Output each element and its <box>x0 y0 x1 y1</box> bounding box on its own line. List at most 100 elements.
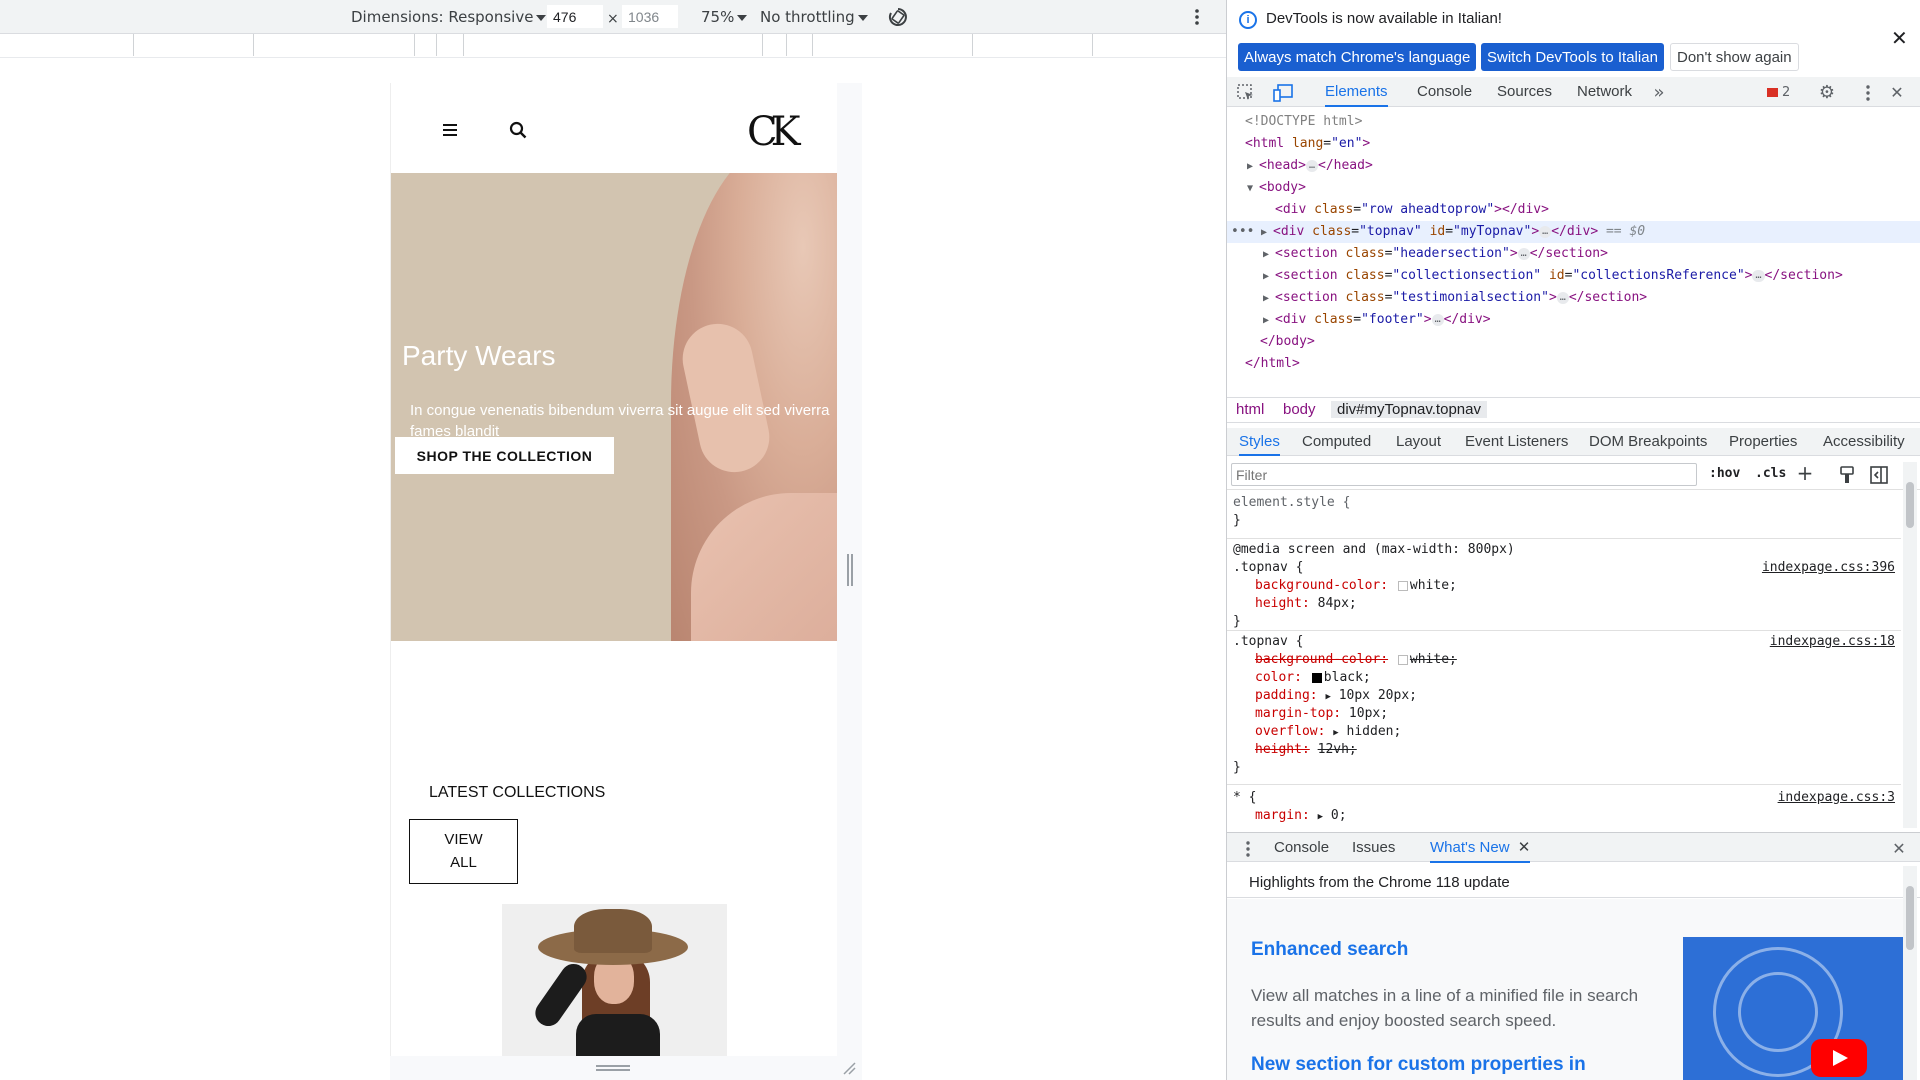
tab-accessibility[interactable]: Accessibility <box>1823 428 1905 456</box>
dom-head[interactable]: ▶ <head>… </head> <box>1227 155 1920 177</box>
topnav-media-rule[interactable]: @media screen and (max-width: 800px) .to… <box>1227 539 1901 631</box>
color-swatch[interactable] <box>1397 654 1408 665</box>
search-icon[interactable] <box>509 121 527 139</box>
breadcrumb-html[interactable]: html <box>1236 401 1264 418</box>
css-declaration-overridden[interactable]: background-color: white; <box>1255 651 1457 669</box>
paint-brush-icon[interactable] <box>1839 466 1855 484</box>
hov-toggle[interactable]: :hov <box>1709 466 1740 481</box>
whats-new-video-thumbnail[interactable] <box>1683 937 1903 1080</box>
dont-show-again-button[interactable]: Don't show again <box>1670 43 1799 71</box>
dimensions-dropdown[interactable]: Dimensions: Responsive <box>351 6 547 28</box>
topnav-base-rule[interactable]: .topnav { indexpage.css:18 background-co… <box>1227 631 1901 785</box>
close-devtools-icon[interactable]: ✕ <box>1887 83 1907 103</box>
feature-heading-enhanced-search[interactable]: Enhanced search <box>1251 939 1408 961</box>
dom-doctype[interactable]: <!DOCTYPE html> <box>1227 111 1920 133</box>
tab-layout[interactable]: Layout <box>1396 428 1441 456</box>
rotate-icon[interactable] <box>887 6 909 28</box>
universal-rule[interactable]: * { indexpage.css:3 margin: ▶ 0; <box>1227 785 1901 828</box>
tab-dom-breakpoints[interactable]: DOM Breakpoints <box>1589 428 1707 456</box>
dom-body-close[interactable]: </body> <box>1227 331 1920 353</box>
tab-elements[interactable]: Elements <box>1325 77 1388 107</box>
breadcrumb-body[interactable]: body <box>1283 401 1316 418</box>
dom-testimonialsection[interactable]: ▶ <section class="testimonialsection">… </… <box>1227 287 1920 309</box>
drawer-menu-icon[interactable] <box>1245 840 1251 858</box>
dom-body-open[interactable]: ▼ <body> <box>1227 177 1920 199</box>
collapsed-ellipsis[interactable]: … <box>1539 225 1552 238</box>
color-swatch[interactable] <box>1311 672 1322 683</box>
close-drawer-icon[interactable]: ✕ <box>1889 839 1909 859</box>
drawer-tab-issues[interactable]: Issues <box>1352 833 1395 863</box>
color-swatch[interactable] <box>1397 580 1408 591</box>
shop-collection-button[interactable]: SHOP THE COLLECTION <box>395 437 614 474</box>
expand-triangle-icon[interactable]: ▶ <box>1333 728 1338 738</box>
dom-footer[interactable]: ▶ <div class="footer">… </div> <box>1227 309 1920 331</box>
close-icon[interactable]: ✕ <box>1518 839 1531 856</box>
collapsed-ellipsis[interactable]: … <box>1305 159 1318 172</box>
css-declaration[interactable]: margin-top: 10px; <box>1255 705 1388 723</box>
height-input[interactable] <box>622 5 678 28</box>
media-query-ruler[interactable] <box>0 34 1226 58</box>
css-declaration[interactable]: color: black; <box>1255 669 1371 687</box>
expand-triangle-icon[interactable]: ▶ <box>1263 266 1275 288</box>
styles-filter-input[interactable] <box>1231 463 1697 486</box>
tab-styles[interactable]: Styles <box>1239 428 1280 456</box>
dom-html-open[interactable]: <html lang="en"> <box>1227 133 1920 155</box>
drawer-tab-console[interactable]: Console <box>1274 833 1329 863</box>
css-declaration[interactable]: overflow: ▶ hidden; <box>1255 723 1401 741</box>
collapsed-ellipsis[interactable]: … <box>1556 291 1569 304</box>
tab-properties[interactable]: Properties <box>1729 428 1797 456</box>
expand-triangle-icon[interactable]: ▶ <box>1247 156 1259 178</box>
issues-badge[interactable]: 2 <box>1767 85 1790 100</box>
whats-new-scrollbar[interactable] <box>1903 866 1917 1080</box>
dom-headersection[interactable]: ▶ <section class="headersection">… </secti… <box>1227 243 1920 265</box>
viewport-resize-handle-bottom[interactable] <box>596 1065 630 1071</box>
css-declaration-overridden[interactable]: height: 12vh; <box>1255 741 1357 759</box>
expand-triangle-icon[interactable]: ▶ <box>1318 812 1323 822</box>
hamburger-menu-icon[interactable] <box>443 124 457 136</box>
tab-computed[interactable]: Computed <box>1302 428 1371 456</box>
css-declaration[interactable]: background-color: white; <box>1255 577 1457 595</box>
dom-aheadtoprow[interactable]: <div class="row aheadtoprow"></div> <box>1227 199 1920 221</box>
element-style-rule[interactable]: element.style { } <box>1227 491 1901 539</box>
switch-to-italian-button[interactable]: Switch DevTools to Italian <box>1481 43 1664 71</box>
device-toggle-icon[interactable] <box>1273 84 1293 102</box>
viewport-resize-handle-right[interactable] <box>847 554 853 586</box>
styles-scrollbar[interactable] <box>1903 462 1917 828</box>
zoom-dropdown[interactable]: 75% <box>701 6 748 28</box>
site-logo[interactable]: CK <box>747 109 800 155</box>
emulated-viewport[interactable]: CK Party Wears In congue venenatis biben… <box>390 83 837 1056</box>
collapsed-ellipsis[interactable]: … <box>1752 269 1765 282</box>
customize-devtools-icon[interactable] <box>1865 84 1871 102</box>
source-link[interactable]: indexpage.css:396 <box>1762 559 1895 577</box>
expand-triangle-icon[interactable]: ▶ <box>1263 288 1275 310</box>
throttling-dropdown[interactable]: No throttling <box>760 6 868 28</box>
tab-console[interactable]: Console <box>1417 77 1472 107</box>
width-input[interactable] <box>547 5 603 28</box>
source-link[interactable]: indexpage.css:18 <box>1770 633 1895 651</box>
dom-html-close[interactable]: </html> <box>1227 353 1920 375</box>
collapsed-ellipsis[interactable]: … <box>1517 247 1530 260</box>
dom-collectionsection[interactable]: ▶ <section class="collectionsection" id="… <box>1227 265 1920 287</box>
breadcrumb-topnav[interactable]: div#myTopnav.topnav <box>1331 401 1487 418</box>
css-declaration[interactable]: margin: ▶ 0; <box>1255 807 1347 825</box>
source-link[interactable]: indexpage.css:3 <box>1778 789 1895 807</box>
expand-triangle-icon[interactable]: ▶ <box>1261 222 1273 244</box>
scrollbar-thumb[interactable] <box>1906 482 1914 528</box>
more-options-icon[interactable] <box>1193 7 1201 27</box>
dom-topnav-selected[interactable]: ••• ▶ <div class="topnav" id="myTopnav">… <… <box>1227 221 1920 243</box>
tab-sources[interactable]: Sources <box>1497 77 1552 107</box>
feature-heading-custom-properties[interactable]: New section for custom properties in <box>1251 1054 1586 1076</box>
inspect-element-icon[interactable] <box>1237 84 1255 102</box>
tab-event-listeners[interactable]: Event Listeners <box>1465 428 1568 456</box>
close-icon[interactable]: ✕ <box>1891 26 1908 50</box>
collapsed-ellipsis[interactable]: … <box>1431 313 1444 326</box>
settings-gear-icon[interactable]: ⚙ <box>1817 83 1837 103</box>
youtube-play-icon[interactable] <box>1811 1039 1867 1077</box>
always-match-language-button[interactable]: Always match Chrome's language <box>1238 43 1477 71</box>
drawer-tab-whats-new[interactable]: What's New ✕ <box>1430 833 1531 863</box>
expand-triangle-icon[interactable]: ▶ <box>1263 244 1275 266</box>
css-declaration[interactable]: padding: ▶ 10px 20px; <box>1255 687 1417 705</box>
collapse-triangle-icon[interactable]: ▼ <box>1247 178 1259 200</box>
viewport-resize-corner-icon[interactable] <box>842 1061 856 1075</box>
expand-triangle-icon[interactable]: ▶ <box>1325 692 1330 702</box>
